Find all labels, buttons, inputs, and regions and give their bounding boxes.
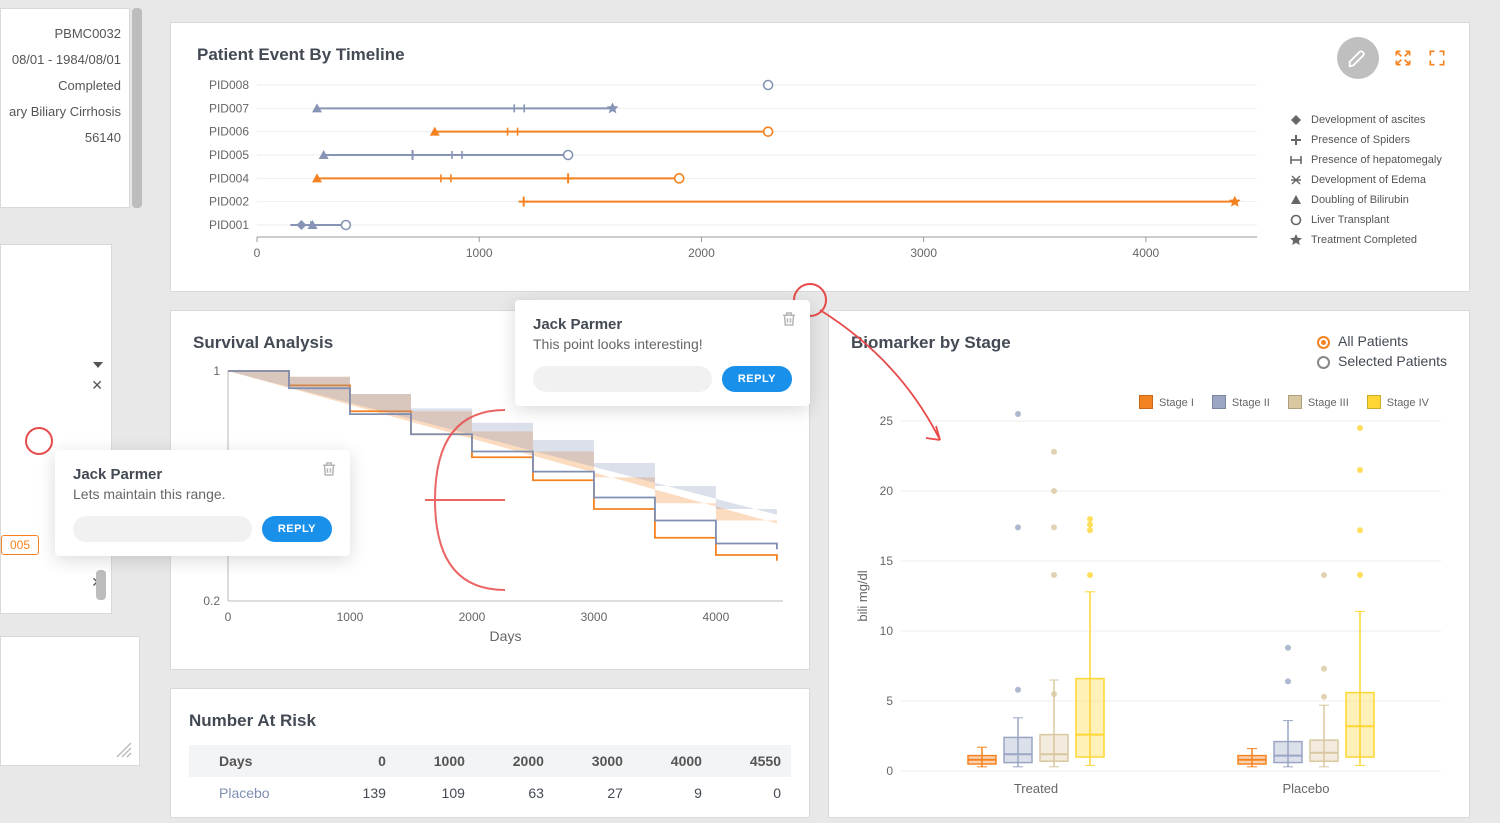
svg-text:3000: 3000: [581, 610, 608, 624]
risk-table: Days010002000300040004550 Placebo1391096…: [189, 745, 791, 809]
reply-input[interactable]: [533, 366, 712, 392]
svg-text:0: 0: [254, 246, 261, 260]
svg-text:15: 15: [880, 554, 894, 568]
svg-text:PID001: PID001: [209, 218, 249, 232]
svg-text:PID005: PID005: [209, 148, 249, 162]
reply-button[interactable]: REPLY: [262, 516, 332, 542]
scrollbar[interactable]: [132, 8, 142, 208]
trash-icon[interactable]: [320, 460, 338, 483]
radio-selected[interactable]: Selected Patients: [1317, 353, 1447, 369]
fullscreen-icon[interactable]: [1427, 48, 1447, 68]
timeline-chart[interactable]: 0 1000 2000 3000 4000 Days after Treatment PID…: [197, 75, 1277, 265]
biomarker-chart[interactable]: 0 5 10 15 20 25 bili mg/dl Treated Placebo: [851, 411, 1451, 811]
edit-button[interactable]: [1337, 37, 1379, 79]
dropdown-caret[interactable]: [93, 355, 103, 373]
meta-line: Completed: [9, 73, 121, 99]
comment-body: This point looks interesting!: [533, 336, 792, 352]
scrollbar[interactable]: [96, 570, 106, 600]
patient-pill[interactable]: 005: [1, 535, 39, 555]
trash-icon[interactable]: [780, 310, 798, 333]
risk-panel: Number At Risk Days010002000300040004550…: [170, 688, 810, 818]
svg-text:Days after Treatment: Days after Treatment: [692, 262, 823, 265]
svg-text:PID008: PID008: [209, 78, 249, 92]
svg-text:3000: 3000: [910, 246, 937, 260]
filter-card: ✕ 005 ✕: [0, 244, 112, 614]
svg-text:0: 0: [886, 764, 893, 778]
svg-text:0: 0: [225, 610, 232, 624]
reply-input[interactable]: [73, 516, 252, 542]
svg-text:Placebo: Placebo: [1283, 781, 1330, 796]
biomarker-panel: Biomarker by Stage All Patients Selected…: [828, 310, 1470, 818]
svg-text:20: 20: [880, 484, 894, 498]
svg-text:2000: 2000: [459, 610, 486, 624]
radio-label: All Patients: [1338, 333, 1408, 349]
radio-label: Selected Patients: [1338, 353, 1447, 369]
svg-text:0.2: 0.2: [203, 594, 220, 608]
svg-text:Treated: Treated: [1014, 781, 1058, 796]
stage-legend: Stage IStage IIStage IIIStage IV: [851, 393, 1447, 411]
meta-line: ary Biliary Cirrhosis: [9, 99, 121, 125]
svg-text:Days: Days: [490, 628, 522, 644]
comment-author: Jack Parmer: [533, 316, 792, 333]
svg-text:1000: 1000: [337, 610, 364, 624]
panel-title: Biomarker by Stage: [851, 333, 1317, 353]
study-meta-card: PBMC0032 08/01 - 1984/08/01 Completed ar…: [0, 8, 130, 208]
note-card: [0, 636, 140, 766]
svg-text:2000: 2000: [688, 246, 715, 260]
meta-line: PBMC0032: [9, 21, 121, 47]
comment-author: Jack Parmer: [73, 466, 332, 483]
timeline-panel: Patient Event By Timeline 0 1000 2000 3000 4…: [170, 22, 1470, 292]
svg-text:1: 1: [213, 364, 220, 378]
radio-all[interactable]: All Patients: [1317, 333, 1447, 349]
annotation-circle: [24, 426, 54, 456]
panel-title: Number At Risk: [189, 711, 791, 731]
svg-text:PID002: PID002: [209, 195, 249, 209]
expand-icon[interactable]: [1393, 48, 1413, 68]
comment-card: Jack Parmer This point looks interesting…: [515, 300, 810, 406]
svg-text:PID007: PID007: [209, 101, 249, 115]
resize-icon[interactable]: [115, 741, 133, 759]
svg-text:PID006: PID006: [209, 125, 249, 139]
meta-line: 08/01 - 1984/08/01: [9, 47, 121, 73]
comment-card: Jack Parmer Lets maintain this range. RE…: [55, 450, 350, 556]
meta-line: 56140: [9, 125, 121, 151]
svg-text:4000: 4000: [1133, 246, 1160, 260]
svg-text:25: 25: [880, 414, 894, 428]
svg-text:10: 10: [880, 624, 894, 638]
svg-text:1000: 1000: [466, 246, 493, 260]
svg-text:5: 5: [886, 694, 893, 708]
panel-title: Patient Event By Timeline: [197, 45, 1443, 65]
close-icon[interactable]: ✕: [91, 377, 103, 394]
comment-body: Lets maintain this range.: [73, 486, 332, 502]
timeline-legend: Development of ascitesPresence of Spider…: [1289, 113, 1449, 253]
svg-text:bili mg/dl: bili mg/dl: [855, 570, 870, 621]
svg-text:PID004: PID004: [209, 171, 249, 185]
reply-button[interactable]: REPLY: [722, 366, 792, 392]
svg-text:4000: 4000: [703, 610, 730, 624]
